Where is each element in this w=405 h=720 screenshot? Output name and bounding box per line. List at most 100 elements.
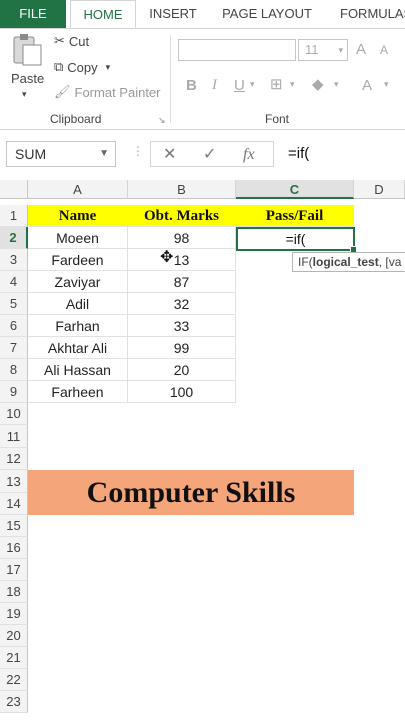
cell-cursor-icon: ✥ [160, 249, 174, 266]
font-group-label: Font [265, 112, 290, 126]
cancel-icon[interactable]: ✕ [163, 142, 176, 168]
italic-button[interactable]: I [212, 77, 217, 94]
paste-dropdown-icon[interactable]: ▾ [22, 89, 27, 100]
row-header-3[interactable]: 3 [0, 249, 28, 271]
row-header-8[interactable]: 8 [0, 359, 28, 381]
active-cell-text: =if( [285, 231, 306, 247]
row-header-13[interactable]: 13 [0, 470, 28, 493]
column-header-b[interactable]: B [128, 180, 236, 199]
cell-marks[interactable]: 98 [128, 227, 236, 249]
cell-marks[interactable]: 33 [128, 315, 236, 337]
column-header-c[interactable]: C [236, 180, 354, 199]
insert-function-icon[interactable]: fx [243, 142, 255, 168]
cell-marks[interactable]: 100 [128, 381, 236, 403]
worksheet-grid: A B C D 1 2 3 4 5 6 7 8 9 10 11 12 13 14 15 16 17 18 19 20 2… [0, 180, 405, 720]
formula-bar: SUM ▼ ⋮ ✕ ✓ fx =if( [0, 130, 405, 181]
copy-button[interactable]: ⧉ Copy ▾ [54, 59, 110, 75]
cell-name[interactable]: Zaviyar [28, 271, 128, 293]
name-box-dropdown-icon[interactable]: ▼ [99, 142, 109, 166]
copy-dropdown-icon[interactable]: ▾ [106, 62, 111, 73]
row-header-23[interactable]: 23 [0, 691, 28, 713]
row-header-7[interactable]: 7 [0, 337, 28, 359]
cut-button[interactable]: ✂ Cut [54, 33, 89, 49]
scissors-icon: ✂ [54, 33, 65, 48]
paste-label[interactable]: Paste [11, 71, 44, 86]
tab-formulas[interactable]: FORMULAS [330, 0, 405, 28]
fill-dropdown-icon[interactable]: ▾ [334, 79, 339, 90]
row-header-11[interactable]: 11 [0, 425, 28, 448]
row-header-22[interactable]: 22 [0, 669, 28, 691]
row-header-2[interactable]: 2 [0, 227, 28, 249]
tooltip-arg-logical-test[interactable]: logical_test [313, 255, 379, 269]
borders-dropdown-icon[interactable]: ▾ [290, 79, 295, 90]
clipboard-launcher-icon[interactable]: ↘ [158, 115, 166, 126]
tooltip-rest: , [va [378, 255, 402, 269]
row-header-19[interactable]: 19 [0, 603, 28, 625]
row-header-14[interactable]: 14 [0, 493, 28, 515]
cell-name[interactable]: Akhtar Ali [28, 337, 128, 359]
column-header-d[interactable]: D [354, 180, 405, 199]
brush-icon: 🖌 [54, 84, 71, 99]
row-header-20[interactable]: 20 [0, 625, 28, 647]
format-painter-button[interactable]: 🖌 Format Painter [54, 84, 161, 100]
fill-color-icon[interactable]: ◆ [312, 75, 324, 93]
cell-marks[interactable]: 87 [128, 271, 236, 293]
row-header-17[interactable]: 17 [0, 559, 28, 581]
row-header-12[interactable]: 12 [0, 448, 28, 470]
name-box-value: SUM [15, 146, 47, 162]
header-name[interactable]: Name [28, 205, 128, 227]
font-color-dropdown-icon[interactable]: ▾ [384, 79, 389, 90]
select-all-corner[interactable] [0, 180, 28, 199]
name-box[interactable]: SUM ▼ [6, 141, 116, 167]
row-header-16[interactable]: 16 [0, 537, 28, 559]
underline-button[interactable]: U [234, 77, 245, 94]
tab-insert[interactable]: INSERT [140, 0, 206, 28]
cell-marks[interactable]: 32 [128, 293, 236, 315]
header-obt-marks[interactable]: Obt. Marks [128, 205, 236, 227]
cell-name[interactable]: Fardeen [28, 249, 128, 271]
row-header-10[interactable]: 10 [0, 403, 28, 425]
cell-marks[interactable]: 99 [128, 337, 236, 359]
shrink-font-icon[interactable]: A [380, 43, 388, 57]
row-header-1[interactable]: 1 [0, 205, 28, 227]
copy-icon: ⧉ [54, 59, 64, 74]
grow-font-icon[interactable]: A [356, 41, 366, 58]
copy-label: Copy [67, 59, 98, 75]
font-name-box[interactable] [178, 39, 296, 61]
column-header-a[interactable]: A [28, 180, 128, 199]
cell-name[interactable]: Farhan [28, 315, 128, 337]
tab-home[interactable]: HOME [70, 0, 136, 28]
tooltip-fn: IF( [298, 255, 313, 269]
font-size-dropdown-icon[interactable]: ▾ [338, 40, 343, 60]
row-header-5[interactable]: 5 [0, 293, 28, 315]
cell-name[interactable]: Moeen [28, 227, 128, 249]
row-header-6[interactable]: 6 [0, 315, 28, 337]
row-header-9[interactable]: 9 [0, 381, 28, 403]
cell-name[interactable]: Ali Hassan [28, 359, 128, 381]
enter-icon[interactable]: ✓ [203, 142, 216, 168]
paste-icon[interactable] [10, 33, 46, 69]
function-tooltip[interactable]: IF(logical_test, [va [292, 252, 405, 272]
tab-file[interactable]: FILE [0, 0, 66, 28]
cell-marks[interactable]: 20 [128, 359, 236, 381]
underline-dropdown-icon[interactable]: ▾ [250, 79, 255, 90]
row-header-21[interactable]: 21 [0, 647, 28, 669]
font-size-value: 11 [305, 42, 319, 57]
row-header-4[interactable]: 4 [0, 271, 28, 293]
cell-marks[interactable]: 13 [128, 249, 236, 271]
tab-page-layout[interactable]: PAGE LAYOUT [212, 0, 322, 28]
row-header-18[interactable]: 18 [0, 581, 28, 603]
ribbon: Paste ▾ ✂ Cut ⧉ Copy ▾ 🖌 Format Painter Clip… [0, 29, 405, 130]
header-pass-fail[interactable]: Pass/Fail [236, 205, 354, 227]
row-header-15[interactable]: 15 [0, 515, 28, 537]
font-size-box[interactable]: 11 ▾ [298, 39, 348, 61]
borders-icon[interactable]: ⊞ [270, 75, 283, 93]
clipboard-group-label: Clipboard [50, 112, 102, 126]
formula-input[interactable]: =if( [276, 141, 405, 167]
cell-name[interactable]: Farheen [28, 381, 128, 403]
cell-name[interactable]: Adil [28, 293, 128, 315]
font-color-icon[interactable]: A [362, 77, 372, 94]
computer-skills-banner[interactable]: Computer Skills [28, 470, 354, 515]
bold-button[interactable]: B [186, 77, 197, 94]
active-cell-c2[interactable]: =if( [236, 227, 357, 253]
